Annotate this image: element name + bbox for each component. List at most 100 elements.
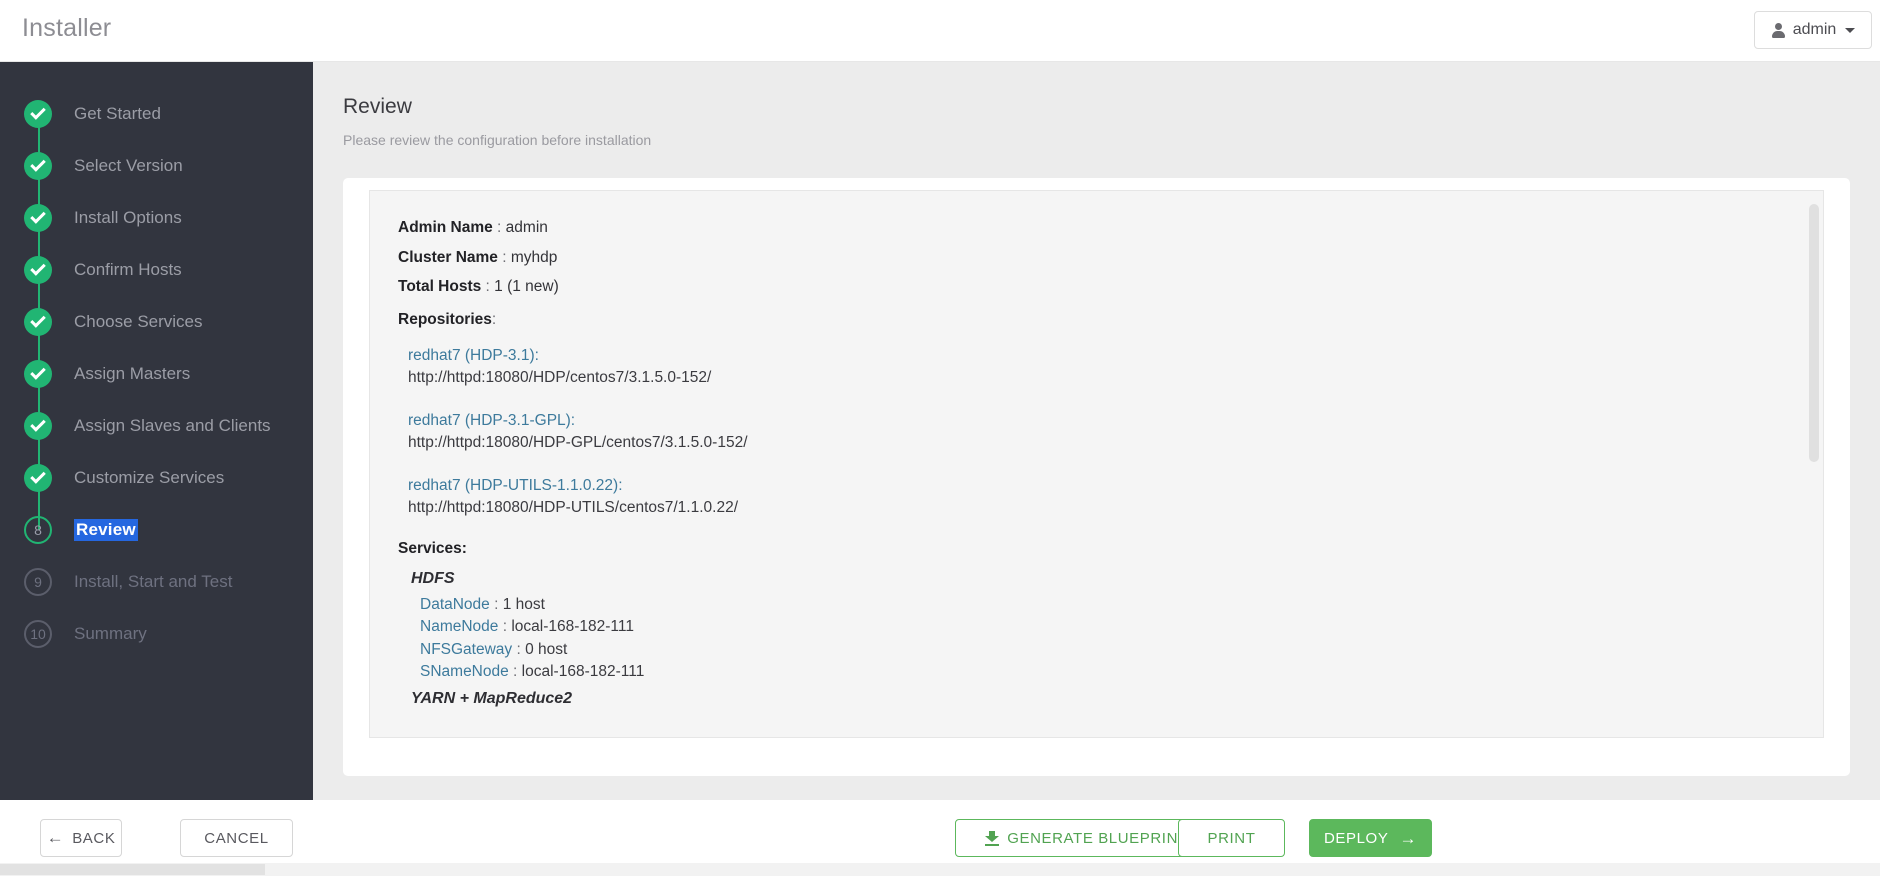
service-name: HDFS bbox=[411, 569, 455, 587]
horizontal-scrollbar-thumb[interactable] bbox=[0, 864, 265, 875]
sidebar-step-label: Customize Services bbox=[74, 468, 225, 487]
services-heading: Services: bbox=[398, 534, 1823, 564]
component-name: SNameNode bbox=[420, 663, 509, 680]
sidebar-step-summary[interactable]: 10 Summary bbox=[0, 608, 313, 660]
step-number-circle: 10 bbox=[24, 620, 52, 648]
component-sep: : bbox=[512, 640, 526, 658]
repository-item: redhat7 (HDP-3.1-GPL): http://httpd:1808… bbox=[398, 410, 1823, 454]
step-number: 8 bbox=[34, 522, 42, 538]
review-total-hosts-label: Total Hosts bbox=[398, 278, 482, 295]
service-name: YARN + MapReduce2 bbox=[411, 689, 573, 707]
component-name: NameNode bbox=[420, 618, 499, 635]
wizard-sidebar: Get Started Select Version Install Optio… bbox=[0, 62, 313, 800]
back-button[interactable]: BACK bbox=[40, 819, 122, 857]
component-name: NFSGateway bbox=[420, 640, 513, 658]
print-button[interactable]: PRINT bbox=[1178, 819, 1285, 857]
repository-url: http://httpd:18080/HDP-GPL/centos7/3.1.5… bbox=[408, 434, 748, 451]
print-button-label: PRINT bbox=[1207, 829, 1256, 847]
download-icon bbox=[985, 830, 1000, 846]
horizontal-scrollbar-track[interactable] bbox=[0, 863, 1880, 876]
step-number: 10 bbox=[30, 626, 46, 642]
page-subtitle: Please review the configuration before i… bbox=[343, 132, 652, 148]
sidebar-step-label: Assign Masters bbox=[74, 364, 191, 383]
review-cluster-name-sep: : bbox=[497, 248, 511, 266]
review-scroll-area[interactable]: Admin Name : admin Cluster Name : myhdp … bbox=[369, 190, 1824, 738]
sidebar-step-label: Summary bbox=[74, 624, 147, 643]
component-name: DataNode bbox=[420, 595, 490, 613]
step-number-circle: 9 bbox=[24, 568, 52, 596]
sidebar-step-label: Choose Services bbox=[74, 312, 203, 331]
step-number: 9 bbox=[34, 574, 42, 590]
user-menu-button[interactable]: admin bbox=[1754, 11, 1872, 49]
check-circle-icon bbox=[24, 464, 52, 492]
repository-name: redhat7 (HDP-UTILS-1.1.0.22): bbox=[408, 477, 623, 494]
sidebar-step-label: Confirm Hosts bbox=[74, 260, 182, 279]
component-sep: : bbox=[508, 663, 522, 680]
review-card: Admin Name : admin Cluster Name : myhdp … bbox=[343, 178, 1850, 776]
sidebar-step-label: Install Options bbox=[74, 208, 182, 227]
check-circle-icon bbox=[24, 412, 52, 440]
repository-name: redhat7 (HDP-3.1-GPL): bbox=[408, 412, 576, 429]
sidebar-step-get-started[interactable]: Get Started bbox=[0, 88, 313, 140]
review-admin-name-row: Admin Name : admin bbox=[398, 213, 1823, 243]
review-admin-name-value: admin bbox=[505, 219, 548, 236]
component-value: local-168-182-111 bbox=[511, 618, 634, 635]
person-icon bbox=[1771, 22, 1786, 38]
sidebar-step-install-options[interactable]: Install Options bbox=[0, 192, 313, 244]
check-circle-icon bbox=[24, 360, 52, 388]
sidebar-step-customize-services[interactable]: Customize Services bbox=[0, 452, 313, 504]
review-total-hosts-sep: : bbox=[481, 278, 495, 295]
review-total-hosts-row: Total Hosts : 1 (1 new) bbox=[398, 272, 1823, 302]
service-component-row: NFSGateway : 0 host bbox=[398, 639, 1823, 662]
sidebar-step-assign-masters[interactable]: Assign Masters bbox=[0, 348, 313, 400]
sidebar-step-choose-services[interactable]: Choose Services bbox=[0, 296, 313, 348]
sidebar-step-review[interactable]: 8 Review bbox=[0, 504, 313, 556]
review-admin-name-label: Admin Name bbox=[398, 219, 493, 236]
sidebar-step-select-version[interactable]: Select Version bbox=[0, 140, 313, 192]
check-circle-icon bbox=[24, 308, 52, 336]
review-scrollbar-thumb[interactable] bbox=[1809, 204, 1819, 462]
sidebar-step-assign-slaves-and-clients[interactable]: Assign Slaves and Clients bbox=[0, 400, 313, 452]
review-total-hosts-value: 1 (1 new) bbox=[494, 278, 559, 295]
chevron-down-icon bbox=[1845, 27, 1856, 33]
sidebar-step-label: Assign Slaves and Clients bbox=[74, 416, 271, 435]
repository-name: redhat7 (HDP-3.1): bbox=[408, 347, 539, 364]
sidebar-step-install-start-and-test[interactable]: 9 Install, Start and Test bbox=[0, 556, 313, 608]
review-cluster-name-label: Cluster Name bbox=[398, 248, 498, 266]
check-circle-icon bbox=[24, 204, 52, 232]
check-circle-icon bbox=[24, 100, 52, 128]
repositories-label: Repositories bbox=[398, 310, 492, 328]
sidebar-step-label: Review bbox=[74, 519, 138, 541]
component-value: local-168-182-111 bbox=[521, 663, 645, 680]
repository-item: redhat7 (HDP-3.1): http://httpd:18080/HD… bbox=[398, 345, 1823, 389]
service-component-row: NameNode : local-168-182-111 bbox=[398, 616, 1823, 639]
back-button-label: BACK bbox=[72, 829, 116, 847]
component-value: 1 host bbox=[502, 595, 545, 613]
component-sep: : bbox=[498, 618, 512, 635]
installer-window: Installer admin Get Started Select Versi… bbox=[0, 0, 1880, 876]
repository-item: redhat7 (HDP-UTILS-1.1.0.22): http://htt… bbox=[398, 475, 1823, 519]
service-component-row: SNameNode : local-168-182-111 bbox=[398, 661, 1823, 684]
main-content: Review Please review the configuration b… bbox=[313, 62, 1880, 800]
cancel-button[interactable]: CANCEL bbox=[180, 819, 293, 857]
step-number-circle: 8 bbox=[24, 516, 52, 544]
service-component-row: DataNode : 1 host bbox=[398, 594, 1823, 617]
wizard-step-list: Get Started Select Version Install Optio… bbox=[0, 62, 313, 660]
sidebar-step-label: Select Version bbox=[74, 156, 183, 175]
sidebar-step-confirm-hosts[interactable]: Confirm Hosts bbox=[0, 244, 313, 296]
arrow-left-icon bbox=[47, 829, 65, 847]
service-group-yarn: YARN + MapReduce2 bbox=[398, 684, 1823, 714]
service-group-hdfs: HDFS DataNode : 1 host NameNode : local-… bbox=[398, 564, 1823, 684]
component-sep: : bbox=[489, 595, 503, 613]
component-value: 0 host bbox=[525, 640, 568, 658]
deploy-button[interactable]: DEPLOY bbox=[1309, 819, 1432, 857]
review-scrollbar-track[interactable] bbox=[1807, 192, 1822, 737]
user-menu-label: admin bbox=[1792, 21, 1837, 38]
check-circle-icon bbox=[24, 152, 52, 180]
review-content: Admin Name : admin Cluster Name : myhdp … bbox=[370, 191, 1823, 714]
review-cluster-name-value: myhdp bbox=[510, 248, 558, 266]
sidebar-step-label: Get Started bbox=[74, 104, 161, 123]
review-repositories-heading: Repositories: bbox=[398, 305, 1823, 335]
